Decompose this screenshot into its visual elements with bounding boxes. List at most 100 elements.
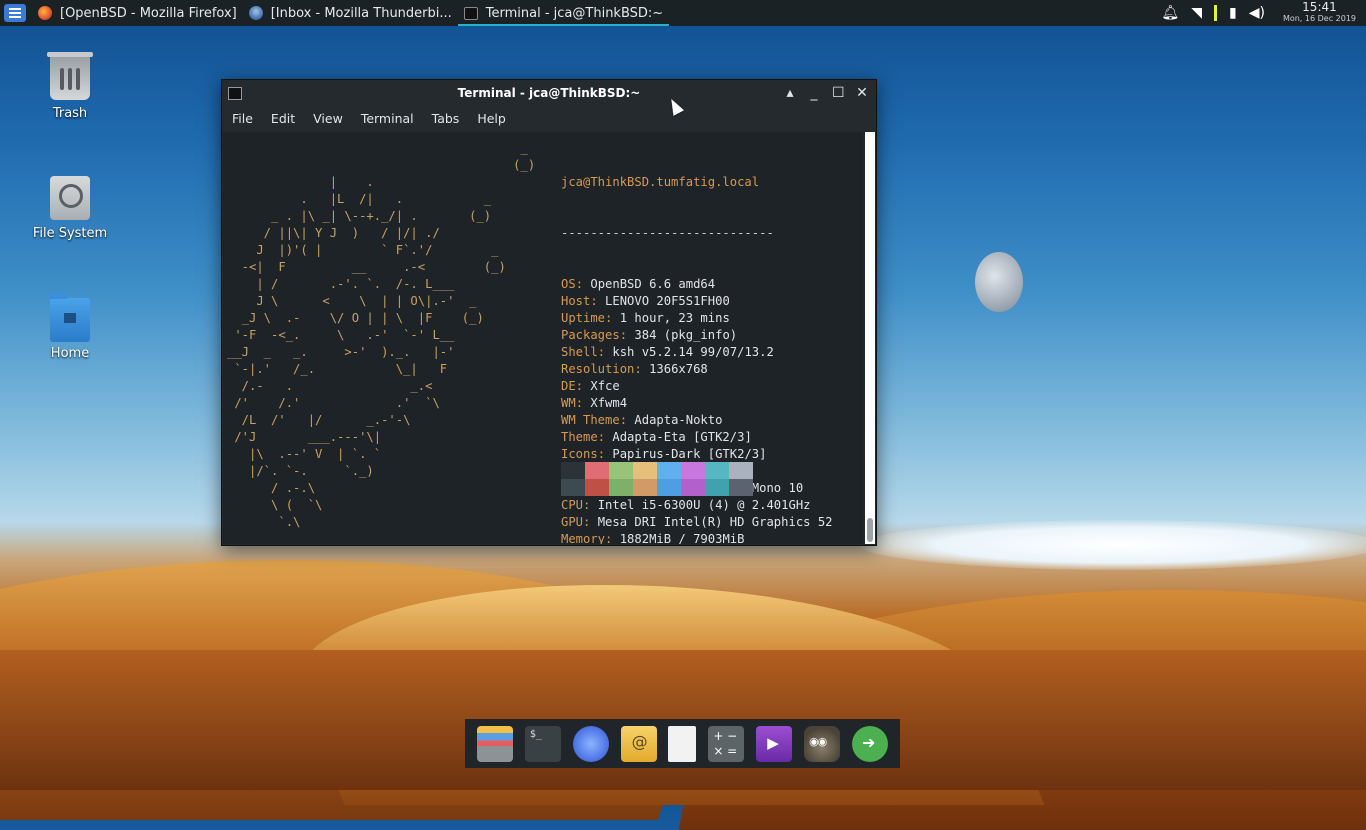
- battery-icon[interactable]: ▮: [1229, 5, 1237, 21]
- gimp-icon[interactable]: [804, 725, 841, 762]
- volume-icon[interactable]: ◀): [1249, 5, 1265, 21]
- close-button[interactable]: ✕: [856, 85, 868, 101]
- taskbar-item-thunderbird[interactable]: [Inbox - Mozilla Thunderbi...: [243, 0, 458, 26]
- info-value: Mesa DRI Intel(R) HD Graphics 52: [597, 515, 833, 529]
- shade-button[interactable]: ▴: [784, 85, 796, 101]
- color-swatch: [633, 462, 657, 479]
- info-colon: :: [619, 328, 635, 342]
- info-colon: :: [597, 430, 613, 444]
- file-manager-icon[interactable]: [476, 725, 513, 762]
- info-key: CPU: [561, 498, 584, 512]
- taskbar-item-firefox[interactable]: [OpenBSD - Mozilla Firefox]: [32, 0, 243, 26]
- info-key: Shell: [561, 345, 598, 359]
- info-colon: :: [575, 277, 591, 291]
- terminal-output[interactable]: _ (_) | . . |L /| . _ _ . |\ _| \--+._/|…: [223, 132, 863, 544]
- info-row: CPU: Intel i5-6300U (4) @ 2.401GHz: [561, 497, 833, 514]
- info-value: 1 hour, 23 mins: [619, 311, 730, 325]
- wifi-icon[interactable]: ◥: [1191, 5, 1202, 21]
- info-value: Adapta-Nokto: [634, 413, 723, 427]
- trash-icon: [47, 52, 93, 100]
- info-row: OS: OpenBSD 6.6 amd64: [561, 276, 833, 293]
- taskbar-item-label: [Inbox - Mozilla Thunderbi...: [270, 5, 452, 21]
- app-menu-icon[interactable]: [4, 4, 26, 22]
- web-browser-icon[interactable]: [572, 725, 609, 762]
- separator: -----------------------------: [561, 226, 774, 240]
- info-value: 384 (pkg_info): [634, 328, 738, 342]
- info-colon: :: [597, 345, 613, 359]
- info-key: Resolution: [561, 362, 635, 376]
- info-row: WM: Xfwm4: [561, 395, 833, 412]
- terminal-icon[interactable]: [524, 725, 561, 762]
- info-key: Packages: [561, 328, 620, 342]
- info-key: OS: [561, 277, 576, 291]
- info-colon: :: [583, 515, 598, 529]
- color-swatch: [609, 479, 633, 496]
- desktop-icon-label: File System: [32, 226, 108, 241]
- color-swatch: [561, 462, 585, 479]
- info-colon: :: [575, 379, 591, 393]
- info-key: Theme: [561, 430, 598, 444]
- info-value: Intel i5-6300U (4) @ 2.401GHz: [597, 498, 811, 512]
- info-row: Icons: Papirus-Dark [GTK2/3]: [561, 446, 833, 463]
- bell-icon[interactable]: 🔔︎: [1161, 5, 1179, 21]
- taskbar-item-label: [OpenBSD - Mozilla Firefox]: [60, 5, 237, 21]
- menu-help[interactable]: Help: [477, 111, 506, 126]
- thunderbird-icon: [248, 6, 263, 20]
- info-row: Memory: 1882MiB / 7903MiB: [561, 531, 833, 544]
- user-host: jca@ThinkBSD.tumfatig.local: [561, 175, 760, 189]
- color-swatch: [705, 479, 729, 496]
- desktop-icon-home[interactable]: Home: [15, 293, 125, 361]
- info-colon: :: [575, 396, 591, 410]
- info-key: DE: [561, 379, 576, 393]
- info-colon: :: [619, 413, 635, 427]
- top-panel: [OpenBSD - Mozilla Firefox] [Inbox - Moz…: [0, 0, 1366, 26]
- info-colon: :: [590, 294, 606, 308]
- menu-tabs[interactable]: Tabs: [432, 111, 460, 126]
- moon: [975, 252, 1023, 312]
- info-value: 1882MiB / 7903MiB: [619, 532, 745, 544]
- info-value: LENOVO 20F5S1FH00: [605, 294, 730, 308]
- document-icon[interactable]: [668, 725, 697, 762]
- color-swatch: [729, 479, 753, 496]
- info-colon: :: [583, 498, 598, 512]
- menu-view[interactable]: View: [313, 111, 343, 126]
- info-value: 1366x768: [649, 362, 708, 376]
- update-icon[interactable]: [851, 725, 888, 762]
- desktop-icon-file-system[interactable]: File System: [15, 176, 125, 241]
- clock[interactable]: 15:41 Mon, 16 Dec 2019: [1283, 1, 1356, 24]
- info-key: Icons: [561, 447, 598, 461]
- menu-bar: File Edit View Terminal Tabs Help: [222, 106, 876, 131]
- scrollbar[interactable]: [865, 132, 875, 544]
- menu-file[interactable]: File: [232, 111, 253, 126]
- battery-level-bar: [1213, 5, 1217, 21]
- info-value: OpenBSD 6.6 amd64: [590, 277, 716, 291]
- cloud: [860, 520, 1366, 570]
- menu-terminal[interactable]: Terminal: [361, 111, 414, 126]
- desktop-icon-trash[interactable]: Trash: [15, 52, 125, 121]
- info-key: WM: [561, 396, 576, 410]
- info-row: Shell: ksh v5.2.14 99/07/13.2: [561, 344, 833, 361]
- info-row: WM Theme: Adapta-Nokto: [561, 412, 833, 429]
- info-row: Packages: 384 (pkg_info): [561, 327, 833, 344]
- scrollbar-thumb[interactable]: [867, 518, 873, 542]
- calculator-icon[interactable]: [708, 725, 745, 762]
- info-colon: :: [605, 532, 620, 544]
- color-swatch: [681, 462, 705, 479]
- info-value: Xfce: [590, 379, 620, 393]
- window-titlebar[interactable]: Terminal - jca@ThinkBSD:~ ▴ _ ☐ ✕: [222, 80, 876, 106]
- dock: [465, 719, 900, 768]
- info-value: ksh v5.2.14 99/07/13.2: [612, 345, 774, 359]
- color-swatch: [681, 479, 705, 496]
- maximize-button[interactable]: ☐: [832, 85, 845, 101]
- taskbar-item-terminal[interactable]: Terminal - jca@ThinkBSD:~: [457, 0, 670, 26]
- terminal-window[interactable]: Terminal - jca@ThinkBSD:~ ▴ _ ☐ ✕ File E…: [221, 79, 877, 546]
- info-row: GPU: Mesa DRI Intel(R) HD Graphics 52: [561, 514, 833, 531]
- mail-icon[interactable]: [620, 725, 657, 762]
- minimize-button[interactable]: _: [808, 85, 820, 101]
- media-player-icon[interactable]: [756, 725, 793, 762]
- color-swatch: [657, 479, 681, 496]
- info-key: WM Theme: [561, 413, 620, 427]
- info-colon: :: [605, 311, 620, 325]
- menu-edit[interactable]: Edit: [271, 111, 295, 126]
- info-key: Memory: [561, 532, 606, 544]
